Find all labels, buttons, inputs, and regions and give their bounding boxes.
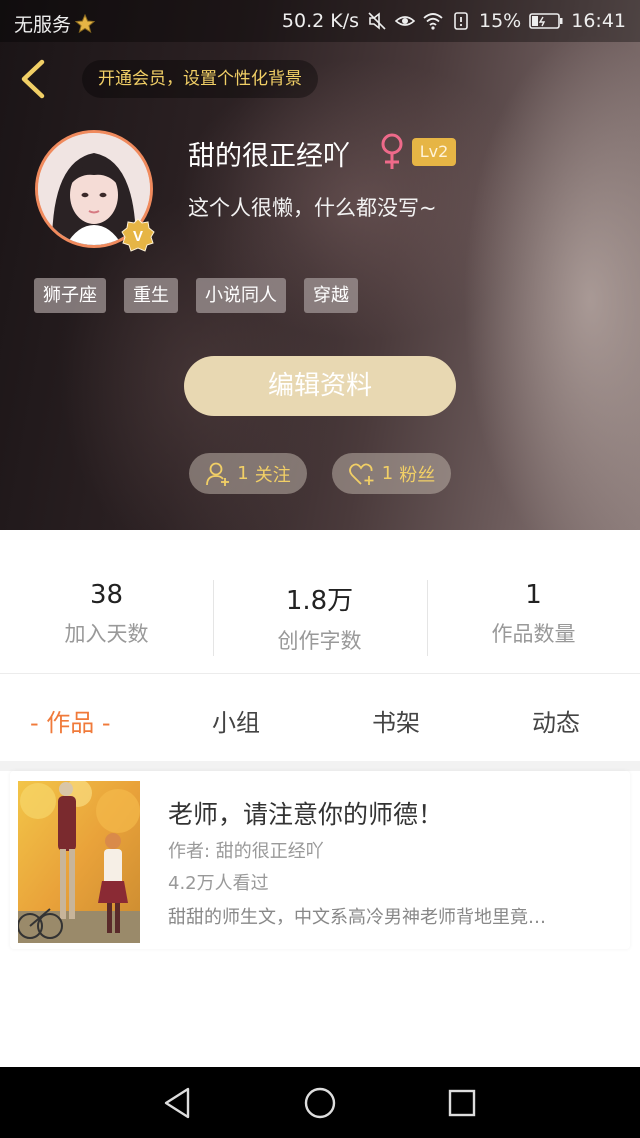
work-author: 作者: 甜的很正经吖 [168,841,324,862]
stat-value: 38 [89,580,124,610]
network-speed: 50.2 K/s [281,10,359,32]
following-label: 关注 [254,464,291,486]
nav-home-icon[interactable] [302,1085,338,1121]
fans-label: 粉丝 [399,464,436,486]
star-icon [75,13,96,33]
tab-activity[interactable]: 动态 [532,703,580,738]
stat-label: 加入天数 [64,622,149,646]
heart-plus-icon [348,463,374,485]
stat-value: 1 [525,580,542,610]
stat-join-days: 38 加入天数 [0,580,213,648]
stat-word-count: 1.8万 创作字数 [213,580,426,655]
tab-bookshelf[interactable]: 书架 [372,703,420,738]
stats-panel: 38 加入天数 1.8万 创作字数 1 作品数量 [0,530,640,674]
stat-label: 作品数量 [491,622,576,646]
work-title[interactable]: 老师，请注意你的师德！ [168,795,443,831]
vip-badge-icon: V [121,218,155,252]
tab-groups[interactable]: 小组 [212,703,260,738]
tag-item[interactable]: 重生 [124,278,178,313]
back-button[interactable] [14,56,54,102]
work-card[interactable]: 老师，请注意你的师德！ 作者: 甜的很正经吖 4.2万人看过 甜甜的师生文，中文… [10,771,630,949]
edit-profile-button[interactable]: 编辑资料 [184,356,456,416]
battery-icon [529,13,563,29]
stat-label: 创作字数 [277,629,362,653]
nav-back-icon[interactable] [160,1085,196,1121]
wifi-icon [423,13,443,30]
level-badge: Lv2 [412,138,456,166]
battery-percent: 15% [479,10,522,32]
eye-icon [395,16,415,26]
tag-item[interactable]: 穿越 [304,278,358,313]
tab-works[interactable]: - 作品 - [30,703,111,738]
sim-alert-icon [454,12,468,30]
work-views: 4.2万人看过 [168,873,269,894]
status-bar: 无服务 50.2 K/s 15% 16:41 [0,0,640,42]
section-divider [0,761,640,771]
person-add-icon [206,462,230,486]
tab-bar: - 作品 - 小组 书架 动态 [0,675,640,761]
tag-list: 狮子座 重生 小说同人 穿越 [34,278,358,313]
stat-works-count: 1 作品数量 [427,580,640,648]
system-nav-bar [0,1067,640,1138]
bio-text: 这个人很懒，什么都没写~ [188,196,437,220]
female-icon [381,133,403,169]
work-description: 甜甜的师生文，中文系高冷男神老师背地里竟… [168,907,546,928]
username: 甜的很正经吖 [188,141,350,172]
mute-icon [368,12,386,30]
following-count: 1 [237,463,249,484]
vip-background-banner[interactable]: 开通会员，设置个性化背景 [82,60,318,98]
book-cover-image [18,781,140,943]
following-button[interactable]: 1 关注 [189,453,307,494]
profile-screen: 无服务 50.2 K/s 15% 16:41 开通会员，设置个性化背景 V 甜的… [0,0,640,1138]
stat-value: 1.8万 [285,586,354,616]
fans-button[interactable]: 1 粉丝 [332,453,451,494]
nav-recents-icon[interactable] [444,1085,480,1121]
clock: 16:41 [571,10,626,32]
tag-item[interactable]: 狮子座 [34,278,106,313]
svg-text:V: V [133,228,143,245]
carrier-text: 无服务 [14,14,72,36]
tag-item[interactable]: 小说同人 [196,278,286,313]
fans-count: 1 [381,463,394,484]
